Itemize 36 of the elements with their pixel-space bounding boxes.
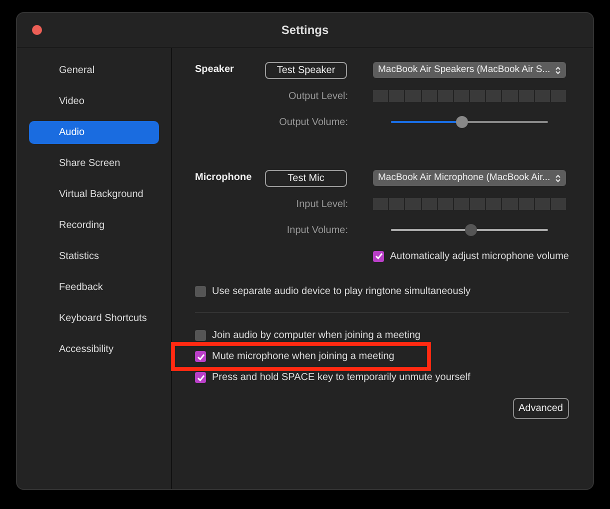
chevron-updown-icon	[555, 174, 562, 182]
volume-label: Output Volume:	[278, 116, 348, 130]
checkbox[interactable]	[195, 351, 206, 362]
window-title: Settings	[281, 22, 329, 39]
level-label: Output Level:	[288, 90, 348, 104]
checkbox[interactable]	[195, 372, 206, 383]
checkbox[interactable]	[373, 250, 384, 262]
checkbox[interactable]	[195, 330, 206, 341]
sidebar-item[interactable]: Virtual Background	[29, 183, 160, 206]
sidebar-item[interactable]: Recording	[29, 214, 160, 237]
sidebar-item[interactable]: Accessibility	[29, 338, 160, 361]
sidebar-item[interactable]: Share Screen	[29, 152, 160, 175]
sidebar-item[interactable]: Audio	[29, 121, 160, 144]
slider-thumb[interactable]	[456, 116, 468, 128]
checkbox-label: Press and hold SPACE key to temporarily unmute yourself	[212, 371, 470, 385]
checkbox-label: Use separate audio device to play ringtone simultaneously	[212, 285, 471, 299]
volume-label: Input Volume:	[286, 224, 348, 238]
device-dropdown[interactable]: MacBook Air Speakers (MacBook Air S...	[373, 62, 566, 78]
chevron-updown-icon	[555, 66, 562, 74]
checkbox-label: Mute microphone when joining a meeting	[212, 350, 394, 364]
advanced-button[interactable]: Advanced	[512, 398, 569, 419]
test-button[interactable]: Test Speaker	[265, 62, 348, 78]
sidebar-item[interactable]: General	[29, 59, 160, 82]
sidebar-item[interactable]: Keyboard Shortcuts	[29, 307, 160, 330]
level-label: Input Level:	[295, 198, 348, 212]
section-heading: Speaker	[195, 62, 235, 76]
checkbox-label: Join audio by computer when joining a meeting	[212, 329, 420, 343]
sidebar-item[interactable]: Video	[29, 90, 160, 113]
section-heading: Microphone	[195, 170, 253, 184]
close-button[interactable]	[32, 25, 42, 35]
sidebar-item[interactable]: Statistics	[29, 245, 160, 268]
device-dropdown[interactable]: MacBook Air Microphone (MacBook Air...	[373, 170, 566, 186]
checkbox[interactable]	[195, 286, 206, 297]
sidebar-item[interactable]: Feedback	[29, 276, 160, 299]
checkbox-label: Automatically adjust microphone volume	[390, 250, 569, 264]
test-button[interactable]: Test Mic	[265, 170, 348, 186]
